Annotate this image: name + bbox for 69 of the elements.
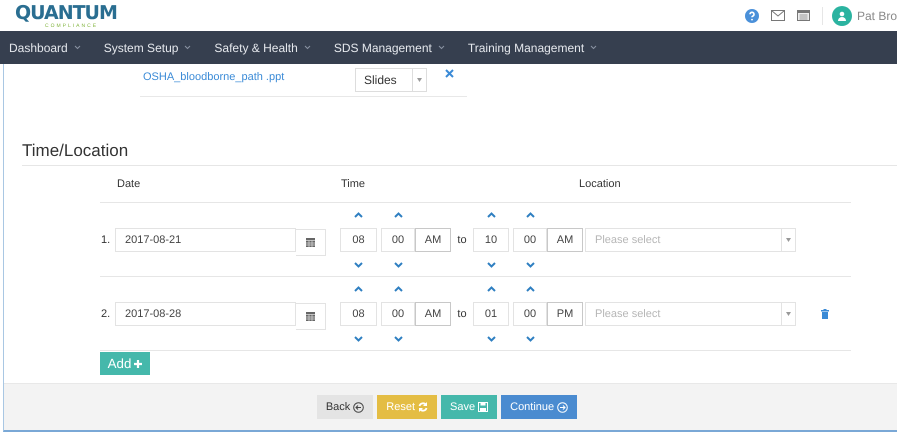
mail-icon[interactable] [770,10,785,21]
caret-icon [184,45,192,50]
user-name[interactable]: Pat Bro [856,8,897,22]
minute-field[interactable]: 00 [513,302,547,326]
back-icon [353,402,364,412]
reset-icon [418,402,428,412]
chevron-down-icon[interactable] [354,336,363,342]
trash-icon[interactable] [821,308,829,318]
dropdown-caret-icon [786,238,791,242]
save-icon [478,402,488,412]
calendar-button[interactable] [296,228,326,256]
chevron-up-icon[interactable] [354,286,363,292]
chevron-down-icon[interactable] [486,336,496,342]
caret-icon [590,45,598,50]
chevron-down-icon[interactable] [354,262,363,268]
period-button[interactable]: AM [415,302,451,326]
help-icon[interactable] [744,8,759,22]
period-button[interactable]: PM [547,302,583,326]
dropdown-caret-icon [786,312,791,316]
caret-icon [304,45,311,50]
section-title: Time/Location [22,141,897,166]
close-icon[interactable] [445,69,454,78]
caret-icon [438,45,445,50]
row-number: 2. [100,308,112,320]
column-header: Date [116,178,142,190]
avatar-icon[interactable] [832,6,852,26]
continue-button[interactable]: Continue [501,395,578,419]
minute-field[interactable]: 00 [513,228,547,252]
column-header: Time [341,178,366,190]
nav-item[interactable]: Training Management [468,40,584,54]
chevron-down-icon[interactable] [486,262,496,268]
period-button[interactable]: AM [547,228,583,252]
hour-field[interactable]: 10 [473,228,509,252]
row-number: 1. [100,234,112,246]
to-label: to [456,234,468,246]
chevron-down-icon[interactable] [526,262,534,268]
hour-field[interactable]: 01 [473,302,509,326]
to-label: to [456,308,468,320]
chevron-up-icon[interactable] [354,212,363,218]
dropdown-caret-icon [417,78,422,82]
back-button[interactable]: Back [316,395,374,419]
continue-icon [557,402,568,412]
chevron-up-icon[interactable] [526,212,534,218]
chevron-up-icon[interactable] [394,286,402,292]
chevron-down-icon[interactable] [394,336,402,342]
chevron-up-icon[interactable] [486,212,496,218]
chevron-down-icon[interactable] [394,262,402,268]
chevron-up-icon[interactable] [526,286,534,292]
chevron-down-icon[interactable] [526,336,534,342]
calendar-button[interactable] [296,302,326,330]
plus-icon [134,360,142,368]
nav-item[interactable]: Dashboard [9,40,68,54]
minute-field[interactable]: 00 [381,228,415,252]
hour-field[interactable]: 08 [340,228,377,252]
logo-title: QUANTUM [15,2,117,22]
nav-item[interactable]: System Setup [104,40,178,54]
chevron-up-icon[interactable] [486,286,496,292]
caret-icon [74,45,81,50]
minute-field[interactable]: 00 [381,302,415,326]
nav-item[interactable]: Safety & Health [214,40,298,54]
hour-field[interactable]: 08 [340,302,377,326]
date-field[interactable]: 2017-08-28 [115,302,296,326]
chevron-up-icon[interactable] [394,212,402,218]
nav-item[interactable]: SDS Management [334,40,432,54]
date-field[interactable]: 2017-08-21 [115,228,296,252]
period-button[interactable]: AM [415,228,451,252]
column-header: Location [579,178,621,190]
file-link[interactable]: OSHA_bloodborne_path .ppt [143,71,355,83]
type-select[interactable]: Slides [355,68,427,92]
